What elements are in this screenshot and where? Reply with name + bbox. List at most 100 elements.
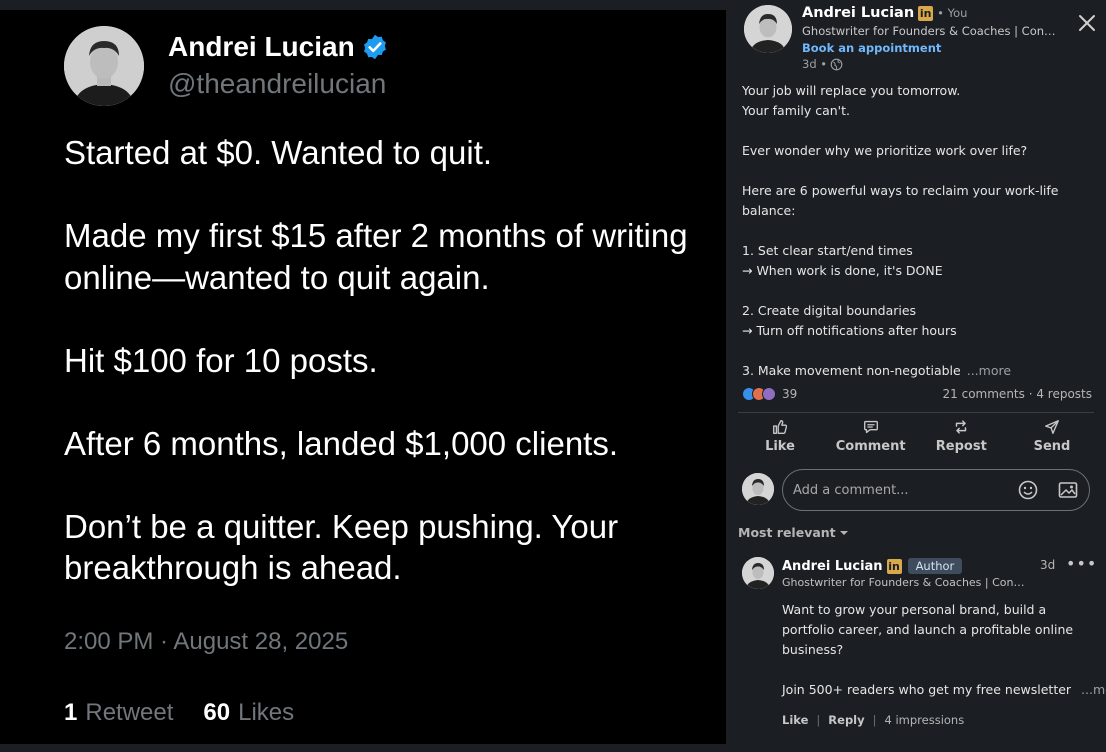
post-text-line — [742, 161, 1092, 181]
post-text-line: → Turn off notifications after hours — [742, 323, 957, 338]
comments-reposts-count[interactable]: 21 comments · 4 reposts — [943, 387, 1092, 401]
comment-time: 3d — [1040, 558, 1056, 572]
tweet-paragraph: After 6 months, landed $1,000 clients. — [64, 424, 619, 462]
tweet-handle: @theandreilucian — [168, 68, 387, 99]
comment-author-avatar[interactable] — [742, 557, 774, 589]
likes-label: Likes — [238, 699, 295, 726]
see-more-link[interactable]: ...more — [967, 363, 1011, 378]
linkedin-premium-icon: in — [918, 5, 934, 21]
post-author-name[interactable]: Andrei Lucian in • You — [802, 5, 967, 21]
post-author-name-text[interactable]: Andrei Lucian — [802, 5, 914, 21]
separator: | — [816, 713, 821, 727]
tweet-author-name-text: Andrei Lucian — [168, 31, 355, 62]
tweet-paragraph: Started at $0. Wanted to quit. — [64, 134, 493, 171]
post-meta: 3d • — [802, 57, 843, 71]
post-text-line: balance: — [742, 203, 796, 218]
person-avatar-icon — [744, 5, 792, 53]
comment-icon — [863, 420, 878, 434]
comment-text-line — [782, 660, 1092, 680]
post-text-line: Ever wonder why we prioritize work over … — [742, 143, 1028, 158]
like-button[interactable]: Like — [740, 418, 820, 454]
comment-button-label: Comment — [835, 439, 906, 454]
social-counts: 39 21 comments · 4 reposts — [742, 387, 1092, 401]
post-age: 3d • — [802, 57, 828, 71]
comment-see-more-link[interactable]: ...more — [1081, 682, 1106, 697]
send-button-label: Send — [1033, 439, 1071, 454]
linkedin-premium-icon: in — [886, 558, 902, 574]
tweet-stats: 1 Retweet 60 Likes — [64, 699, 294, 727]
sort-label: Most relevant — [738, 525, 836, 540]
tweet-body: Started at $0. Wanted to quit. Made my f… — [64, 132, 704, 630]
comment-button[interactable]: Comment — [831, 418, 911, 454]
post-text: Your job will replace you tomorrow. Your… — [742, 81, 1092, 381]
person-avatar-icon — [742, 557, 774, 589]
tweet-card: Andrei Lucian @theandreilucian Started a… — [0, 10, 726, 744]
comment-text-line: business? — [782, 642, 844, 657]
tweet-retweets: 1 Retweet — [64, 699, 173, 727]
post-author-avatar[interactable] — [744, 5, 792, 53]
post-text-line — [742, 281, 1092, 301]
caret-down-icon — [839, 530, 848, 535]
post-detail-panel: Andrei Lucian in • You Ghostwriter for F… — [726, 0, 1106, 752]
comment-author[interactable]: Andrei Lucian in Author — [782, 558, 963, 574]
tweet-paragraph: Made my first $15 after 2 months of writ… — [64, 217, 688, 296]
like-button-label: Like — [765, 439, 795, 454]
add-comment-input[interactable] — [793, 482, 999, 498]
post-actions: Like Comment Repost Send — [740, 418, 1092, 454]
post-author-headline: Ghostwriter for Founders & Coaches | Con… — [802, 24, 1057, 38]
send-button[interactable]: Send — [1012, 418, 1092, 454]
send-icon — [1044, 420, 1059, 434]
thumbs-up-icon — [773, 420, 788, 434]
repost-icon — [956, 420, 967, 434]
globe-icon — [830, 58, 843, 70]
comment-author-name[interactable]: Andrei Lucian — [782, 559, 883, 574]
repost-button[interactable]: Repost — [921, 418, 1001, 454]
image-icon[interactable] — [1057, 479, 1079, 501]
post-text-line: Your family can't. — [742, 103, 850, 118]
author-tag: Author — [907, 558, 963, 574]
retweet-label: Retweet — [85, 699, 174, 726]
person-avatar-icon — [64, 26, 144, 106]
comment-actions: Like | Reply | 4 impressions — [782, 713, 964, 727]
verified-badge-icon — [363, 34, 386, 60]
comment-reply-button[interactable]: Reply — [828, 713, 864, 727]
post-text-line — [742, 121, 1092, 141]
post-text-line: Your job will replace you tomorrow. — [742, 83, 961, 98]
person-avatar-icon — [742, 473, 774, 505]
book-appointment-link[interactable]: Book an appointment — [802, 41, 941, 55]
retweet-count: 1 — [64, 699, 78, 726]
reaction-count: 39 — [782, 387, 798, 401]
post-text-line — [742, 341, 1092, 361]
tweet-avatar — [64, 26, 144, 106]
you-label: • You — [937, 6, 968, 20]
repost-button-label: Repost — [935, 439, 987, 454]
comment-options-icon[interactable]: ••• — [1066, 554, 1097, 573]
separator: | — [872, 713, 877, 727]
emoji-icon[interactable] — [1017, 479, 1039, 501]
post-text-line: → When work is done, it's DONE — [742, 263, 943, 278]
likes-count: 60 — [203, 699, 231, 726]
divider — [738, 412, 1094, 413]
celebrate-reaction-icon — [762, 387, 776, 401]
post-text-last-line: 3. Make movement non-negotiable ...more — [742, 361, 1092, 381]
post-text-line: Here are 6 powerful ways to reclaim your… — [742, 183, 1059, 198]
reaction-summary[interactable]: 39 — [742, 387, 797, 401]
comment-author-headline: Ghostwriter for Founders & Coaches | Con… — [782, 576, 1027, 589]
post-text-line: 1. Set clear start/end times — [742, 243, 913, 258]
close-icon[interactable] — [1076, 12, 1098, 34]
tweet-likes: 60 Likes — [203, 699, 294, 727]
post-text-line — [742, 221, 1092, 241]
comment-impressions[interactable]: 4 impressions — [885, 713, 965, 727]
current-user-avatar — [742, 473, 774, 505]
comment-text-last-line: Join 500+ readers who get my free newsle… — [782, 680, 1106, 700]
comment-text-line: portfolio career, and launch a profitabl… — [782, 622, 1074, 637]
comment-text: Want to grow your personal brand, build … — [782, 600, 1106, 700]
post-text-line: 2. Create digital boundaries — [742, 303, 917, 318]
comment-box — [782, 469, 1090, 511]
comment-sort-dropdown[interactable]: Most relevant — [738, 525, 849, 540]
tweet-paragraph: Hit $100 for 10 posts. — [64, 341, 378, 379]
comment-text-line: Want to grow your personal brand, build … — [782, 602, 1047, 617]
comment-like-button[interactable]: Like — [782, 713, 808, 727]
comment-text-line: Join 500+ readers who get my free newsle… — [782, 682, 1072, 697]
post-text-line: 3. Make movement non-negotiable — [742, 363, 961, 378]
